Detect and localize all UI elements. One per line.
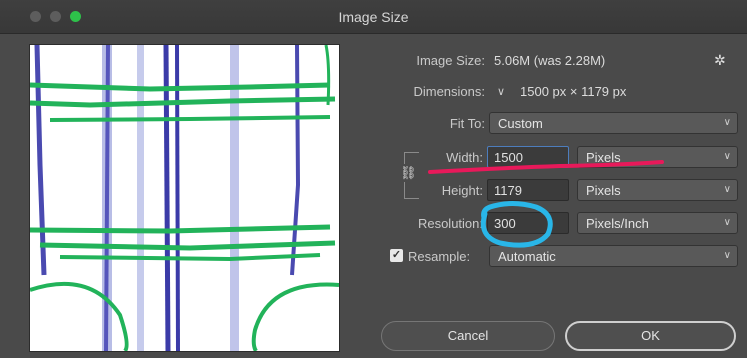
height-unit-select[interactable]: Pixels ∨ (577, 179, 738, 201)
sketch-stroke (30, 82, 331, 92)
height-unit-value: Pixels (586, 183, 621, 198)
dimensions-value: 1500 px × 1179 px (520, 84, 627, 99)
sketch-stroke (30, 224, 331, 234)
gear-icon[interactable]: ✲ (714, 52, 726, 69)
sketch-stroke (104, 45, 110, 351)
width-unit-select[interactable]: Pixels ∨ (577, 146, 738, 168)
chain-link-icon[interactable]: ⛓ (400, 164, 417, 182)
image-size-label: Image Size: (416, 53, 485, 68)
sketch-stroke (49, 115, 331, 122)
chevron-down-icon: ∨ (723, 217, 731, 228)
sketch-stroke (39, 240, 336, 251)
image-size-value: 5.06M (was 2.28M) (494, 53, 606, 68)
fit-to-value: Custom (498, 116, 543, 131)
resample-select[interactable]: Automatic ∨ (489, 245, 738, 267)
width-unit-value: Pixels (586, 150, 621, 165)
resample-checkbox[interactable]: ✓ (390, 249, 403, 262)
ok-button[interactable]: OK (565, 321, 736, 351)
resolution-unit-select[interactable]: Pixels/Inch ∨ (577, 212, 738, 234)
cancel-button[interactable]: Cancel (381, 321, 555, 351)
sketch-stroke (30, 281, 129, 351)
sketch-stroke (34, 45, 47, 276)
sketch-stroke (324, 45, 331, 106)
link-bracket-bottom (405, 198, 419, 199)
width-input[interactable]: 1500 (487, 146, 569, 168)
width-label: Width: (446, 150, 483, 165)
height-input[interactable]: 1179 (487, 179, 569, 201)
sketch-stroke (230, 45, 239, 351)
resolution-unit-value: Pixels/Inch (586, 216, 649, 231)
chevron-down-icon: ∨ (723, 117, 731, 128)
chevron-down-icon: ∨ (723, 250, 731, 261)
resolution-label: Resolution: (417, 216, 483, 231)
sketch-stroke (59, 253, 321, 262)
resample-value: Automatic (498, 249, 556, 264)
title-bar: Image Size (0, 0, 747, 34)
height-label: Height: (441, 183, 483, 198)
sketch-stroke (30, 96, 336, 108)
dimensions-label: Dimensions: (413, 84, 485, 99)
chevron-down-icon: ∨ (723, 151, 731, 162)
sketch-stroke (290, 45, 301, 276)
chevron-down-icon: ∨ (723, 184, 731, 195)
window-title: Image Size (338, 9, 409, 25)
resolution-input[interactable]: 300 (487, 212, 569, 234)
fit-to-select[interactable]: Custom ∨ (489, 112, 738, 134)
resample-label: Resample: (408, 249, 471, 264)
chevron-down-icon[interactable]: ∨ (497, 85, 505, 98)
fit-to-label: Fit To: (449, 116, 485, 131)
image-preview[interactable] (29, 44, 340, 352)
sketch-stroke (251, 282, 339, 351)
